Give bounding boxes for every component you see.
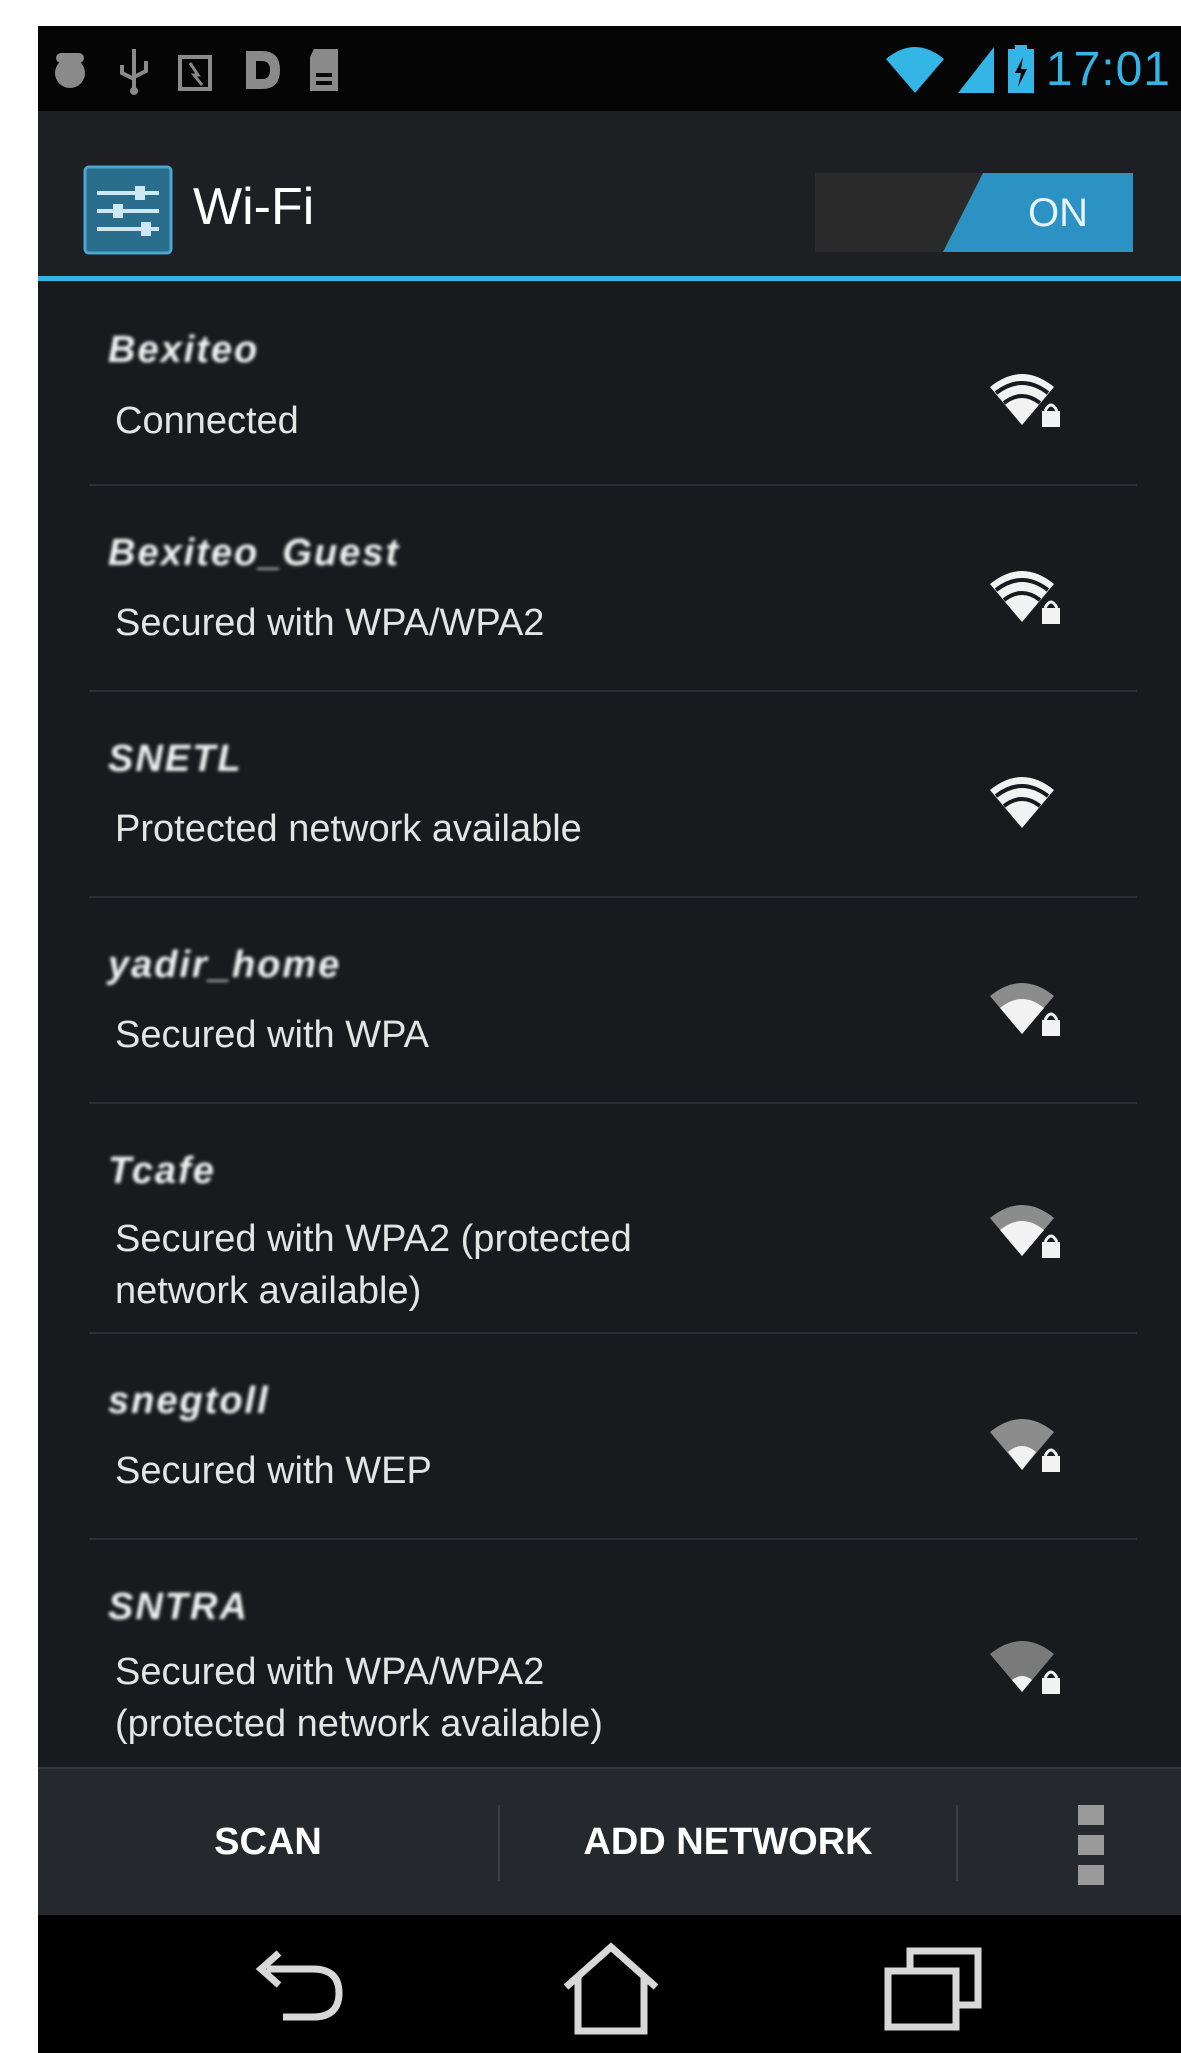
- android-debug-icon: [55, 53, 85, 88]
- status-bar: 17:01: [38, 26, 1181, 111]
- wifi-signal-locked-icon: [990, 983, 1060, 1036]
- navigation-bar: [38, 1915, 1181, 2053]
- network-list: Bexiteo Connected Bexiteo_Guest Secured …: [38, 281, 1181, 1767]
- network-status: Protected network available: [115, 808, 582, 850]
- wifi-signal-locked-icon: [990, 571, 1060, 624]
- network-item[interactable]: SNETL Protected network available: [38, 692, 1181, 898]
- network-status: Secured with WPA2 (protected network ava…: [115, 1218, 632, 1312]
- sd-card-icon: [310, 49, 338, 91]
- usb-icon: [120, 49, 148, 95]
- cell-signal-icon: [957, 47, 994, 93]
- home-icon[interactable]: [556, 1941, 666, 2037]
- network-status: Secured with WPA/WPA2: [115, 602, 545, 644]
- notification-icons: [48, 40, 348, 100]
- network-status: Connected: [115, 400, 299, 442]
- wifi-signal-locked-icon: [990, 1205, 1060, 1258]
- battery-charging-icon: [1007, 45, 1034, 93]
- toggle-label: ON: [1028, 191, 1088, 235]
- network-ssid: Bexiteo_Guest: [108, 532, 401, 574]
- button-bar: SCAN ADD NETWORK: [38, 1767, 1181, 1915]
- back-icon[interactable]: [243, 1941, 353, 2037]
- network-status: Secured with WPA: [115, 1014, 429, 1056]
- network-item[interactable]: Bexiteo_Guest Secured with WPA/WPA2: [38, 486, 1181, 692]
- network-ssid: snegtoll: [108, 1380, 270, 1422]
- recent-apps-icon[interactable]: [878, 1941, 988, 2037]
- network-ssid: SNTRA: [108, 1586, 249, 1628]
- phone-screen: 17:01 Wi-Fi ON Bexiteo Connected Bexiteo…: [38, 26, 1181, 2053]
- action-bar: Wi-Fi ON: [38, 111, 1181, 281]
- scan-button[interactable]: SCAN: [38, 1769, 498, 1915]
- network-status: Secured with WEP: [115, 1450, 432, 1492]
- network-ssid: Tcafe: [108, 1150, 216, 1192]
- network-ssid: yadir_home: [108, 944, 342, 986]
- wifi-signal-open-icon: [990, 777, 1054, 828]
- wifi-signal-locked-icon: [990, 1419, 1060, 1472]
- overflow-menu-icon[interactable]: [1078, 1805, 1108, 1885]
- network-item[interactable]: snegtoll Secured with WEP: [38, 1334, 1181, 1540]
- wifi-toggle-switch[interactable]: ON: [815, 173, 1133, 252]
- divider: [956, 1805, 958, 1881]
- wifi-status-icon: [885, 47, 944, 93]
- settings-app-icon[interactable]: [83, 165, 173, 255]
- wifi-signal-locked-icon: [990, 374, 1060, 427]
- d-app-icon: [246, 51, 280, 89]
- network-item[interactable]: yadir_home Secured with WPA: [38, 898, 1181, 1104]
- network-status: Secured with WPA/WPA2 (protected network…: [115, 1651, 603, 1745]
- network-item[interactable]: Tcafe Secured with WPA2 (protected netwo…: [38, 1104, 1181, 1334]
- network-ssid: Bexiteo: [108, 329, 260, 371]
- wifi-signal-locked-icon: [990, 1641, 1060, 1694]
- network-item[interactable]: SNTRA Secured with WPA/WPA2 (protected n…: [38, 1540, 1181, 1767]
- page-title: Wi-Fi: [193, 178, 315, 236]
- add-network-button[interactable]: ADD NETWORK: [500, 1769, 956, 1915]
- system-status-icons: 17:01: [884, 34, 1171, 104]
- battery-widget-icon: [178, 55, 212, 91]
- network-item[interactable]: Bexiteo Connected: [38, 281, 1181, 486]
- clock: 17:01: [1045, 42, 1171, 96]
- network-ssid: SNETL: [108, 738, 243, 780]
